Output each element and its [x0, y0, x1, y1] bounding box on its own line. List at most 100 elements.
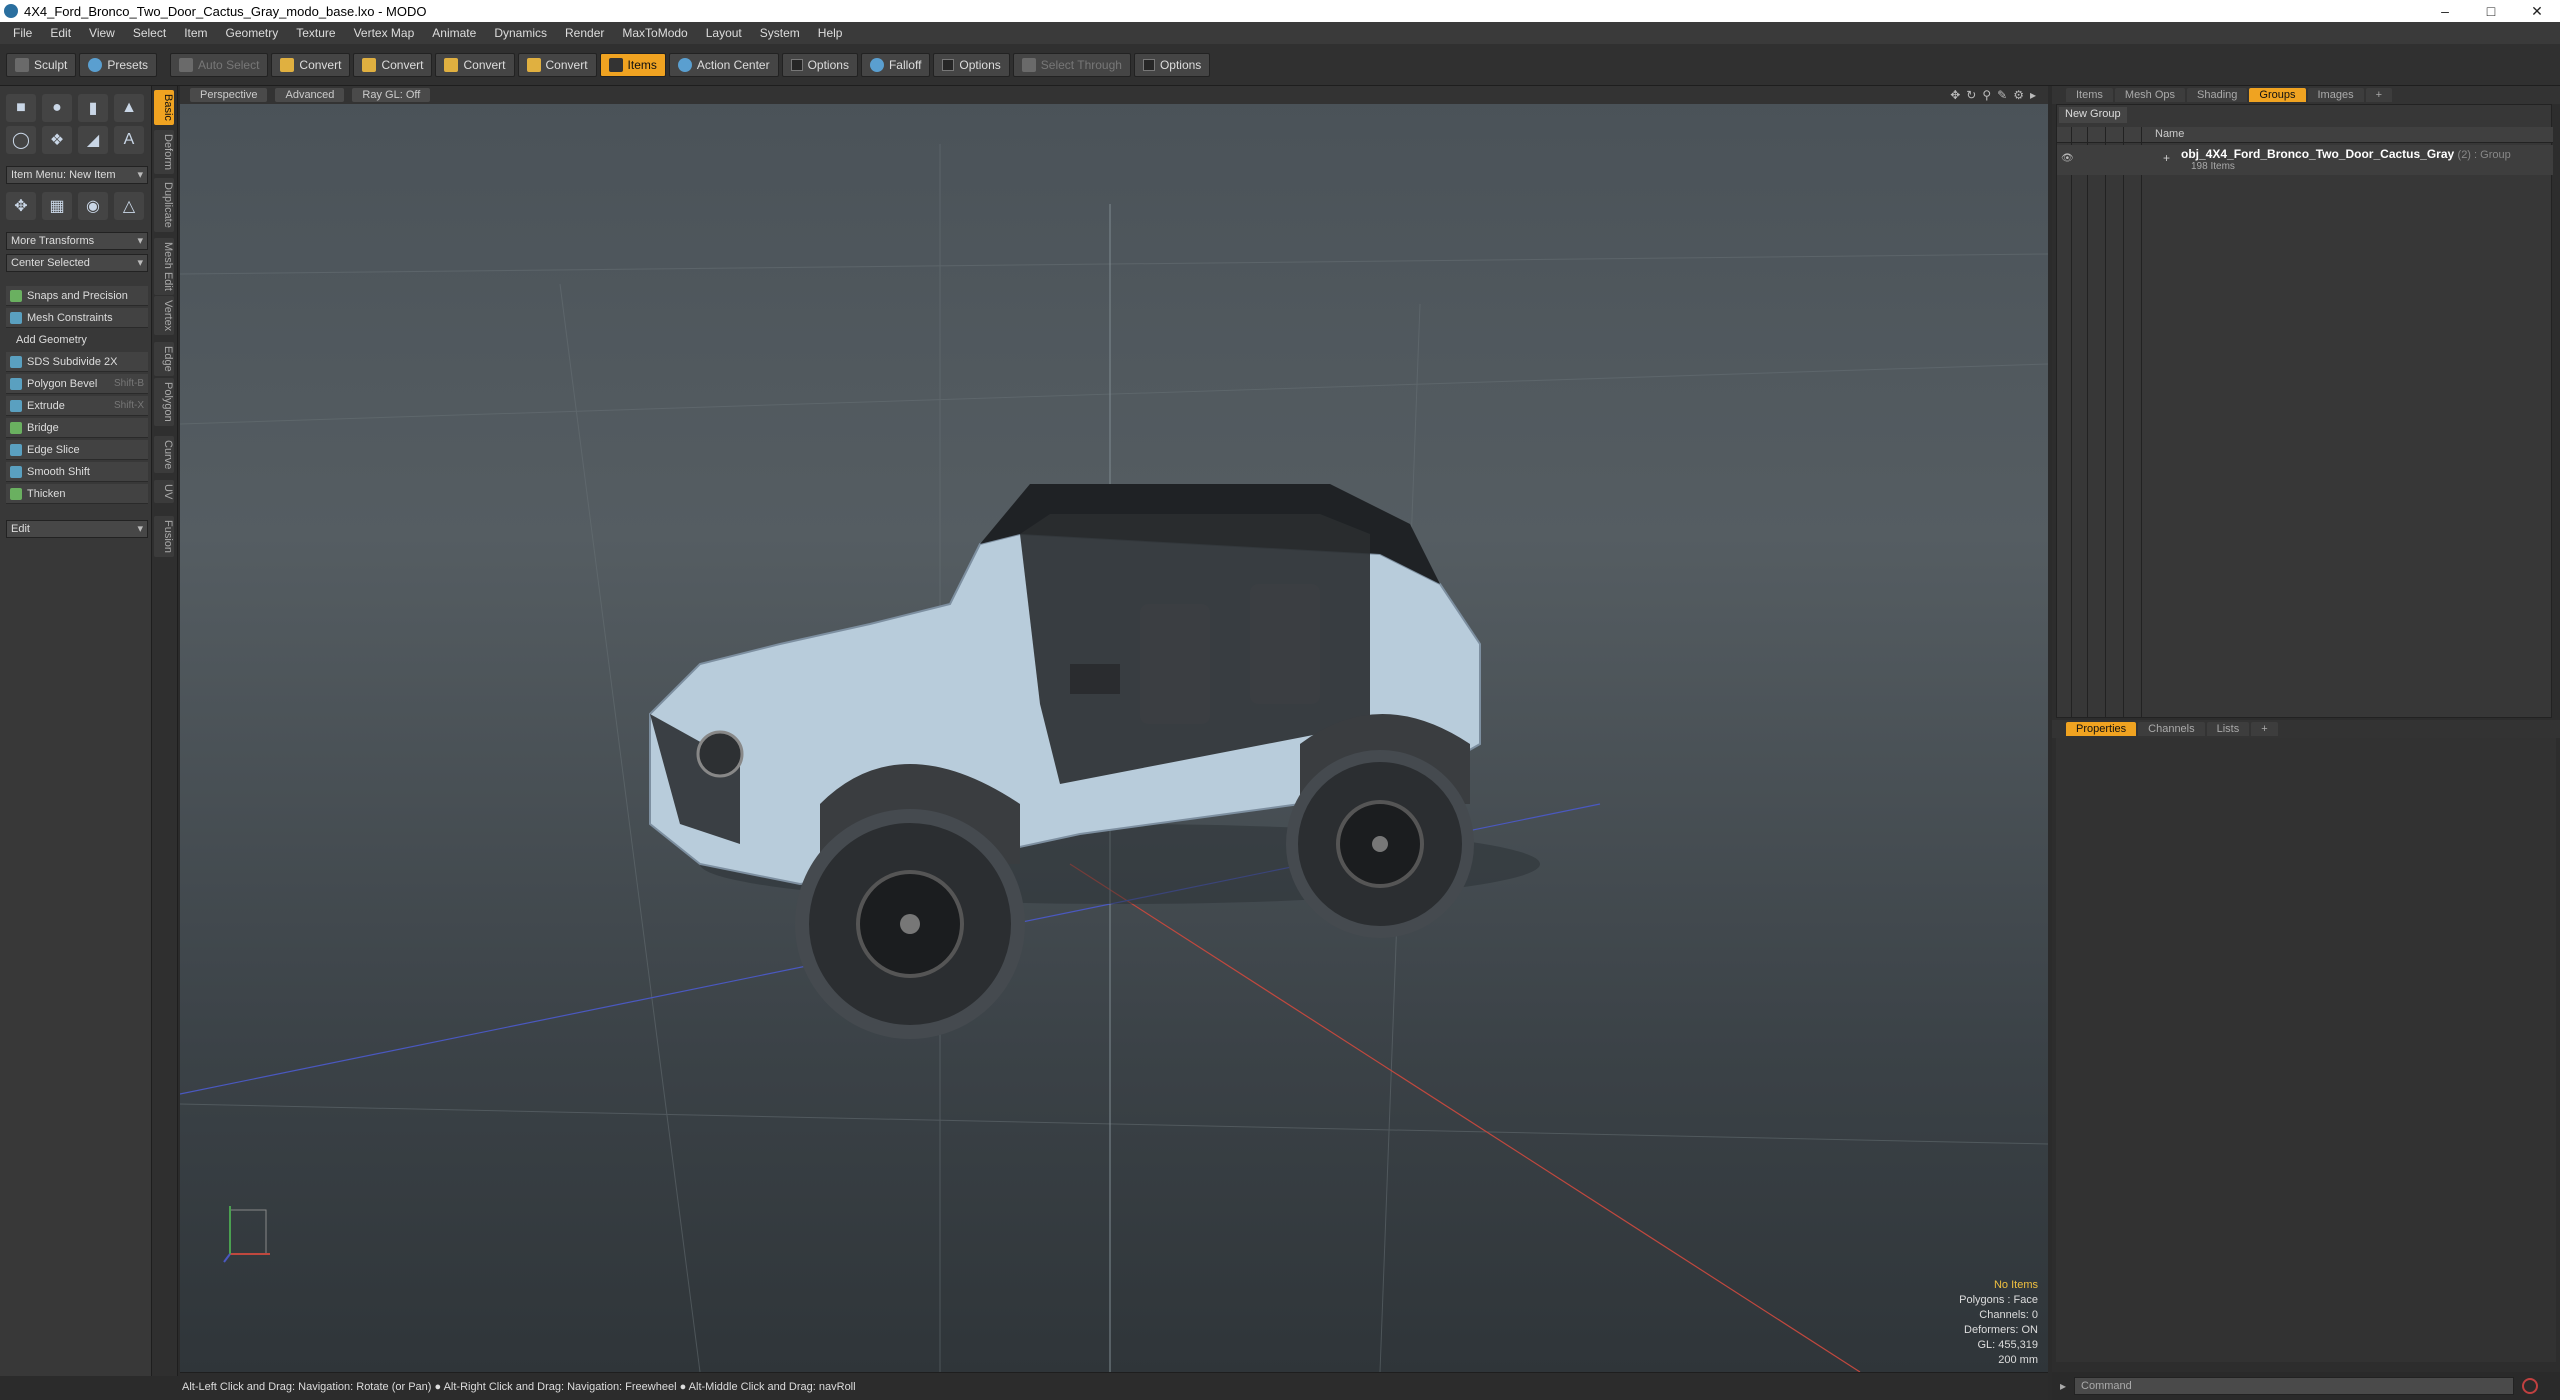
items-icon: [608, 57, 623, 72]
menu-vertex-map[interactable]: Vertex Map: [345, 26, 424, 40]
left-tool-panel: ■ ● ▮ ▲ ◯ ❖ ◢ A Item Menu: New Item ✥ ▦ …: [0, 86, 152, 1376]
fit-icon[interactable]: ✥: [1950, 88, 1960, 102]
add-geometry-header[interactable]: Add Geometry: [6, 332, 148, 350]
menu-file[interactable]: File: [4, 26, 41, 40]
plane-icon[interactable]: ◢: [78, 126, 108, 154]
menu-edit[interactable]: Edit: [41, 26, 80, 40]
cube-icon[interactable]: ■: [6, 94, 36, 122]
vtab-mesh-edit[interactable]: Mesh Edit: [154, 238, 174, 295]
tab-add[interactable]: +: [2365, 88, 2393, 102]
gear-icon[interactable]: ⚙: [2013, 88, 2024, 102]
zoom-icon[interactable]: ⚲: [1982, 88, 1991, 102]
menu-help[interactable]: Help: [809, 26, 852, 40]
menu-select[interactable]: Select: [124, 26, 175, 40]
grid-icon[interactable]: ▦: [42, 192, 72, 220]
eye-icon[interactable]: 👁: [2061, 153, 2074, 164]
rotate-icon[interactable]: ↻: [1966, 88, 1976, 102]
center-selected-dropdown[interactable]: Center Selected: [6, 254, 148, 272]
vtab-basic[interactable]: Basic: [154, 90, 174, 125]
presets-button[interactable]: Presets: [79, 52, 158, 77]
viewport-header: Perspective Advanced Ray GL: Off ✥ ↻ ⚲ ✎…: [180, 86, 2048, 104]
auto-select-button[interactable]: Auto Select: [170, 52, 269, 77]
mesh-constraints-button[interactable]: Mesh Constraints: [6, 308, 148, 328]
command-input[interactable]: [2074, 1377, 2515, 1395]
3d-viewport[interactable]: Perspective Advanced Ray GL: Off ✥ ↻ ⚲ ✎…: [180, 86, 2048, 1372]
arrow-right-icon[interactable]: ▸: [2030, 88, 2036, 102]
cone-icon[interactable]: ▲: [114, 94, 144, 122]
tool-smooth-shift[interactable]: Smooth Shift: [6, 462, 148, 482]
convert-items-button[interactable]: Convert: [517, 52, 597, 77]
transform-icon[interactable]: ✥: [6, 192, 36, 220]
tab-images[interactable]: Images: [2307, 88, 2364, 102]
tab-shading[interactable]: Shading: [2187, 88, 2248, 102]
text-icon[interactable]: A: [114, 126, 144, 154]
vtab-polygon[interactable]: Polygon: [154, 378, 174, 426]
menu-view[interactable]: View: [80, 26, 124, 40]
cylinder-icon[interactable]: ▮: [78, 94, 108, 122]
tab-add-properties[interactable]: +: [2251, 722, 2278, 736]
pen-icon[interactable]: ✎: [1997, 88, 2007, 102]
vtab-deform[interactable]: Deform: [154, 130, 174, 175]
tab-groups[interactable]: Groups: [2249, 88, 2306, 102]
edit-dropdown[interactable]: Edit: [6, 520, 148, 538]
select-through-button[interactable]: Select Through: [1012, 52, 1131, 77]
vtab-duplicate[interactable]: Duplicate: [154, 178, 174, 232]
vtab-uv[interactable]: UV: [154, 480, 174, 504]
expand-icon[interactable]: +: [2163, 151, 2170, 165]
torus-icon[interactable]: ◯: [6, 126, 36, 154]
menu-texture[interactable]: Texture: [287, 26, 344, 40]
menu-dynamics[interactable]: Dynamics: [485, 26, 556, 40]
minimize-icon[interactable]: –: [2422, 0, 2468, 22]
vtab-curve[interactable]: Curve: [154, 436, 174, 474]
viewport-info-overlay: No Items Polygons : Face Channels: 0 Def…: [1959, 1278, 2038, 1368]
name-column-header[interactable]: Name: [2155, 128, 2184, 140]
tool-polygon-bevel[interactable]: Polygon Bevel Shift-B: [6, 374, 148, 394]
raygl-button[interactable]: Ray GL: Off: [352, 88, 431, 102]
menu-animate[interactable]: Animate: [423, 26, 485, 40]
item-menu-dropdown[interactable]: Item Menu: New Item: [6, 166, 148, 184]
menu-item[interactable]: Item: [175, 26, 216, 40]
close-icon[interactable]: ✕: [2514, 0, 2560, 22]
items-mode-button[interactable]: Items: [599, 52, 666, 77]
convert-polygons-button[interactable]: Convert: [435, 52, 515, 77]
vtab-vertex[interactable]: Vertex: [154, 296, 174, 336]
record-icon[interactable]: [2522, 1378, 2539, 1394]
falloff-button[interactable]: Falloff: [860, 52, 931, 77]
maximize-icon[interactable]: □: [2468, 0, 2514, 22]
sculpt-button[interactable]: Sculpt: [6, 52, 77, 77]
convert-edges-button[interactable]: Convert: [353, 52, 433, 77]
globe-icon[interactable]: ◉: [78, 192, 108, 220]
action-center-button[interactable]: Action Center: [668, 52, 779, 77]
tool-edge-slice[interactable]: Edge Slice: [6, 440, 148, 460]
perspective-button[interactable]: Perspective: [190, 88, 268, 102]
vtab-edge[interactable]: Edge: [154, 342, 174, 376]
vtab-fusion[interactable]: Fusion: [154, 516, 174, 558]
action-center-options-button[interactable]: Options: [781, 52, 858, 77]
snaps-precision-button[interactable]: Snaps and Precision: [6, 286, 148, 306]
tool-sds-subdivide[interactable]: SDS Subdivide 2X: [6, 352, 148, 372]
more-transforms-dropdown[interactable]: More Transforms: [6, 232, 148, 250]
new-group-button[interactable]: New Group: [2059, 107, 2127, 123]
sphere-icon[interactable]: ●: [42, 94, 72, 122]
tab-lists[interactable]: Lists: [2206, 722, 2250, 736]
tab-items[interactable]: Items: [2066, 88, 2113, 102]
menu-render[interactable]: Render: [556, 26, 613, 40]
extrude-icon: [10, 399, 22, 412]
advanced-button[interactable]: Advanced: [275, 88, 345, 102]
capsule-icon[interactable]: ❖: [42, 126, 72, 154]
menu-geometry[interactable]: Geometry: [217, 26, 288, 40]
select-options-button[interactable]: Options: [1133, 52, 1211, 77]
tool-bridge[interactable]: Bridge: [6, 418, 148, 438]
falloff-options-button[interactable]: Options: [933, 52, 1010, 77]
menu-maxtomodo[interactable]: MaxToModo: [613, 26, 696, 40]
tab-channels[interactable]: Channels: [2138, 722, 2205, 736]
tab-mesh-ops[interactable]: Mesh Ops: [2114, 88, 2186, 102]
menu-layout[interactable]: Layout: [697, 26, 751, 40]
tool-extrude[interactable]: Extrude Shift-X: [6, 396, 148, 416]
tool-thicken[interactable]: Thicken: [6, 484, 148, 504]
group-row[interactable]: 👁 + obj_4X4_Ford_Bronco_Two_Door_Cactus_…: [2057, 145, 2553, 175]
convert-vertices-button[interactable]: Convert: [271, 52, 351, 77]
pyramid-icon[interactable]: △: [114, 192, 144, 220]
tab-properties[interactable]: Properties: [2066, 722, 2137, 736]
menu-system[interactable]: System: [751, 26, 809, 40]
